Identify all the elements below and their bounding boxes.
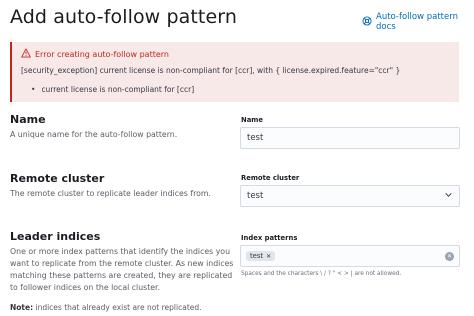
warning-icon: [21, 48, 31, 60]
remote-cluster-field-label: Remote cluster: [241, 174, 300, 182]
error-list: current license is non-compliant for [cc…: [31, 85, 450, 94]
remote-cluster-section-title: Remote cluster: [10, 172, 105, 185]
name-section-title: Name: [10, 113, 46, 126]
remote-cluster-section-description: The remote cluster to replicate leader i…: [10, 189, 211, 198]
leader-indices-section-title: Leader indices: [10, 230, 101, 243]
error-list-item: current license is non-compliant for [cc…: [31, 85, 450, 94]
docs-link[interactable]: Auto-follow pattern docs: [362, 12, 474, 32]
note-label: Note:: [10, 303, 34, 312]
leader-indices-section-description: One or more index patterns that identify…: [10, 247, 234, 292]
page-title: Add auto-follow pattern: [10, 6, 237, 28]
documentation-icon: [362, 15, 372, 29]
name-section-description: A unique name for the auto-follow patter…: [10, 130, 178, 139]
note-text: indices that already exist are not repli…: [35, 303, 202, 312]
remove-pattern-icon[interactable]: ✕: [266, 253, 271, 260]
chevron-down-icon: [444, 190, 453, 202]
name-input[interactable]: [240, 127, 460, 149]
error-callout-title: Error creating auto-follow pattern: [35, 49, 169, 59]
index-pattern-pill-label: test: [250, 252, 264, 260]
remote-cluster-selected-value: test: [247, 191, 264, 201]
index-patterns-field-label: Index patterns: [241, 234, 298, 242]
clear-icon[interactable]: ✕: [445, 251, 454, 261]
error-callout: Error creating auto-follow pattern [secu…: [10, 42, 459, 102]
docs-link-label[interactable]: Auto-follow pattern docs: [376, 12, 474, 32]
name-field-label: Name: [241, 116, 263, 124]
index-pattern-pill: test ✕: [246, 251, 276, 261]
index-patterns-combobox[interactable]: test ✕ ✕: [240, 245, 460, 267]
error-message: [security_exception] current license is …: [21, 66, 401, 75]
index-patterns-help-text: Spaces and the characters \ / ? " < > | …: [241, 271, 402, 277]
error-callout-title-row: Error creating auto-follow pattern: [21, 48, 450, 60]
leader-indices-note: Note: indices that already exist are not…: [10, 303, 202, 312]
remote-cluster-select[interactable]: test: [240, 185, 460, 207]
